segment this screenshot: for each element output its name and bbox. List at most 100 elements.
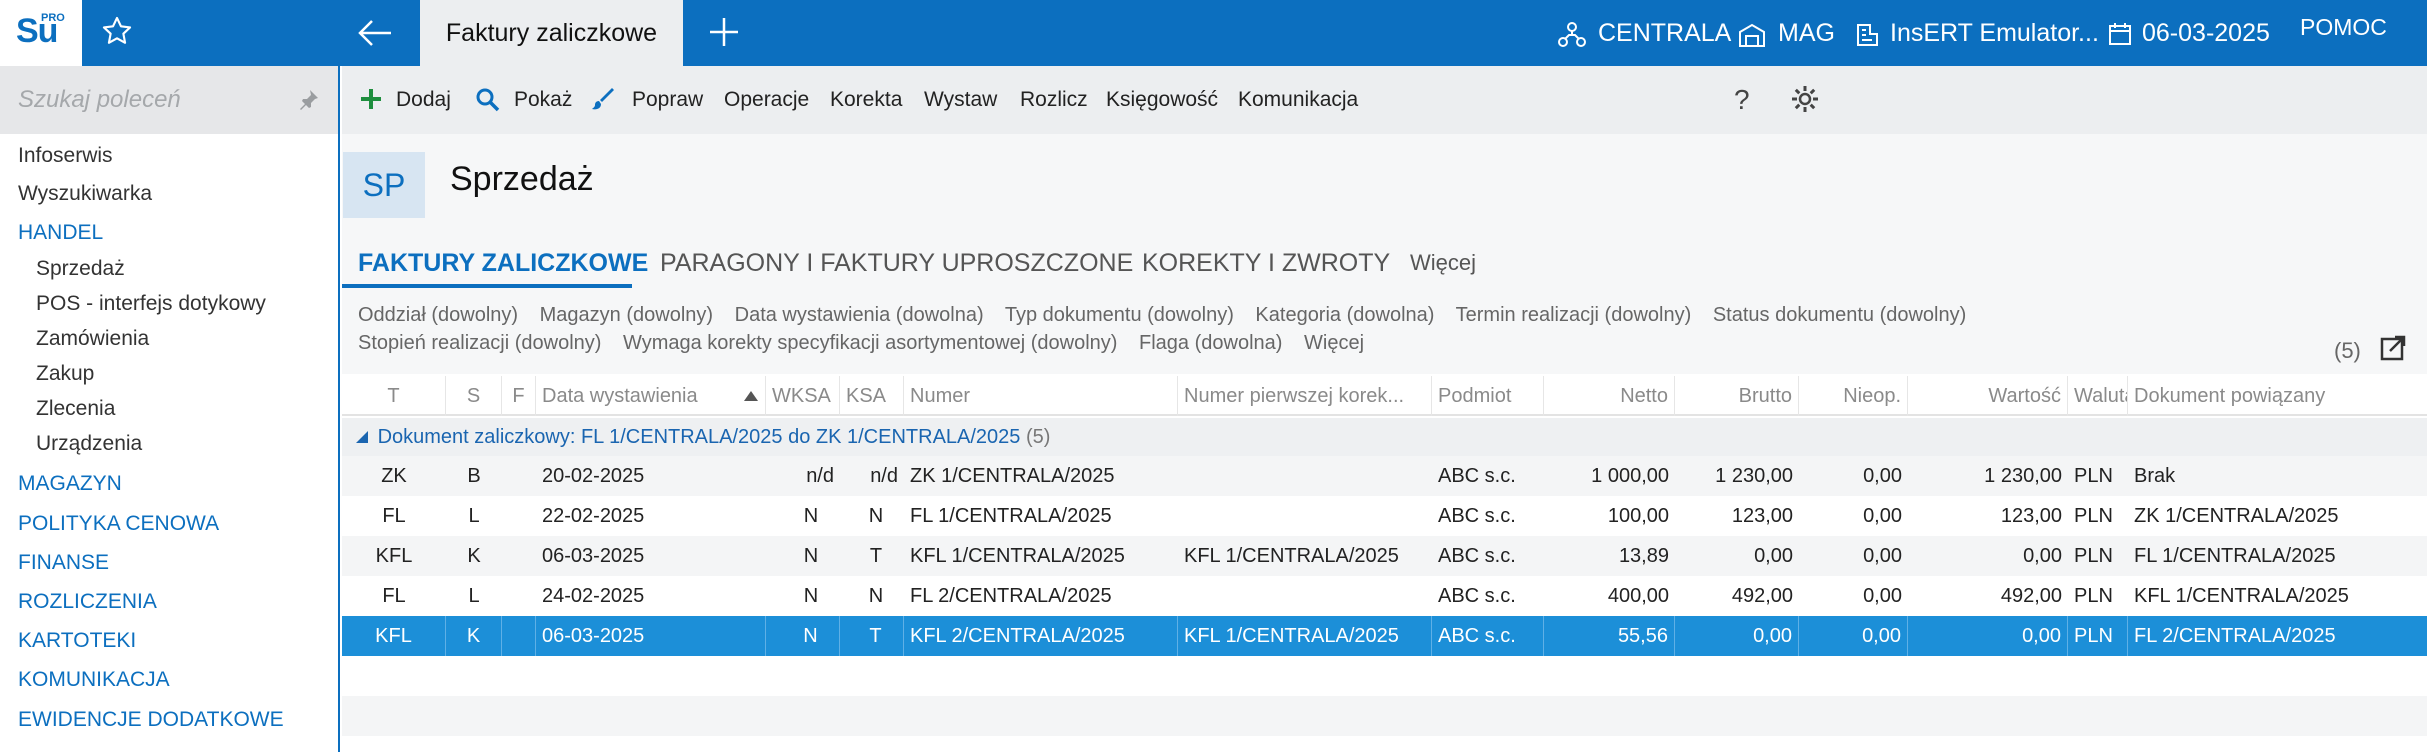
cell-value: 0,00 — [1908, 616, 2068, 656]
sidebar-group-rozliczenia[interactable]: ROZLICZENIA — [18, 590, 157, 614]
edit-button[interactable]: Popraw — [592, 66, 712, 134]
cell-status: K — [446, 616, 502, 656]
filter-doc-type[interactable]: Typ dokumentu (dowolny) — [1005, 304, 1234, 326]
cell-number: FL 1/CENTRALA/2025 — [910, 505, 1112, 527]
grid-header: T S F Data wystawienia WKSA KSA Numer Nu… — [342, 376, 2427, 416]
sidebar-item-infoserwis[interactable]: Infoserwis — [18, 144, 113, 168]
filter-flag[interactable]: Flaga (dowolna) — [1139, 332, 1282, 354]
col-header-gross[interactable]: Brutto — [1675, 376, 1799, 416]
help-question-icon[interactable]: ? — [1734, 84, 1750, 116]
app-logo[interactable]: Su PRO — [0, 0, 82, 66]
communication-menu[interactable]: Komunikacja — [1238, 66, 1358, 134]
warehouse-label: MAG — [1778, 19, 1835, 47]
table-row-selected[interactable]: KFL K 06-03-2025 N T KFL 2/CENTRALA/2025… — [342, 616, 2427, 656]
help-link[interactable]: POMOC — [2300, 0, 2400, 60]
filter-warehouse[interactable]: Magazyn (dowolny) — [540, 304, 713, 326]
col-header-net[interactable]: Netto — [1544, 376, 1675, 416]
correction-menu[interactable]: Korekta — [830, 66, 902, 134]
cell-status: L — [468, 585, 480, 607]
filter-completion[interactable]: Stopień realizacji (dowolny) — [358, 332, 601, 354]
operations-menu[interactable]: Operacje — [724, 66, 809, 134]
cell-flag — [502, 536, 536, 576]
tab-faktury-zaliczkowe[interactable]: Faktury zaliczkowe — [420, 0, 683, 66]
settle-menu[interactable]: Rozlicz — [1020, 66, 1088, 134]
pin-icon[interactable] — [298, 88, 320, 110]
sidebar-item-zlecenia[interactable]: Zlecenia — [36, 397, 115, 421]
col-header-first-correction[interactable]: Numer pierwszej korek... — [1178, 376, 1432, 416]
group-collapse-icon[interactable] — [356, 431, 368, 443]
add-button[interactable]: Dodaj — [360, 66, 460, 134]
filter-correction-required[interactable]: Wymaga korekty specyfikacji asortymentow… — [623, 332, 1117, 354]
sidebar-group-handel[interactable]: HANDEL — [18, 221, 103, 245]
col-header-currency[interactable]: Waluta — [2068, 376, 2128, 416]
table-row[interactable]: FL L 24-02-2025 N N FL 2/CENTRALA/2025 A… — [342, 576, 2427, 616]
col-header-number[interactable]: Numer — [904, 376, 1178, 416]
brush-icon — [592, 88, 614, 110]
col-header-date[interactable]: Data wystawienia — [536, 376, 766, 416]
cell-related: FL 2/CENTRALA/2025 — [2134, 625, 2336, 647]
issue-menu[interactable]: Wystaw — [924, 66, 997, 134]
accounting-menu[interactable]: Księgowość — [1106, 66, 1218, 134]
sidebar-item-urzadzenia[interactable]: Urządzenia — [36, 432, 142, 456]
filter-due-date[interactable]: Termin realizacji (dowolny) — [1456, 304, 1692, 326]
plus-icon — [361, 89, 381, 109]
filter-category[interactable]: Kategoria (dowolna) — [1255, 304, 1434, 326]
sidebar-group-komunikacja[interactable]: KOMUNIKACJA — [18, 668, 170, 692]
filter-row-2: Stopień realizacji (dowolny) Wymaga kore… — [358, 332, 1380, 355]
col-header-related[interactable]: Dokument powiązany — [2128, 376, 2427, 416]
cell-gross: 1 230,00 — [1715, 465, 1793, 487]
new-tab-plus-icon[interactable] — [706, 14, 746, 52]
warehouse-selector[interactable]: MAG — [1738, 0, 1848, 66]
date-selector[interactable]: 06-03-2025 — [2108, 0, 2278, 66]
sidebar-group-polityka-cenowa[interactable]: POLITYKA CENOWA — [18, 512, 219, 536]
table-row[interactable]: KFL K 06-03-2025 N T KFL 1/CENTRALA/2025… — [342, 536, 2427, 576]
col-header-t[interactable]: T — [342, 376, 446, 416]
table-row[interactable]: FL L 22-02-2025 N N FL 1/CENTRALA/2025 A… — [342, 496, 2427, 536]
tab-korekty[interactable]: KOREKTY I ZWROTY — [1142, 238, 1390, 288]
filter-branch[interactable]: Oddział (dowolny) — [358, 304, 518, 326]
favorites-star-icon[interactable] — [100, 14, 140, 52]
export-icon[interactable] — [2380, 335, 2406, 361]
back-arrow-icon[interactable] — [355, 14, 399, 52]
table-row[interactable]: ZK B 20-02-2025 n/d n/d ZK 1/CENTRALA/20… — [342, 456, 2427, 496]
command-search-input[interactable] — [18, 80, 288, 120]
cell-party: ABC s.c. — [1438, 545, 1516, 567]
sidebar-item-zakup[interactable]: Zakup — [36, 362, 94, 386]
group-row[interactable]: Dokument zaliczkowy: FL 1/CENTRALA/2025 … — [342, 418, 2427, 456]
user-selector[interactable]: InsERT Emulator... — [1854, 0, 2099, 66]
sidebar-item-wyszukiwarka[interactable]: Wyszukiwarka — [18, 182, 152, 206]
col-header-s[interactable]: S — [446, 376, 502, 416]
col-header-f[interactable]: F — [502, 376, 536, 416]
action-toolbar: Dodaj Pokaż Popraw Operacje Korekta Wyst… — [342, 66, 2427, 134]
sidebar-group-finanse[interactable]: FINANSE — [18, 551, 109, 575]
edit-button-label: Popraw — [632, 88, 704, 111]
col-header-party[interactable]: Podmiot — [1432, 376, 1544, 416]
filter-issue-date[interactable]: Data wystawienia (dowolna) — [735, 304, 984, 326]
sidebar-item-sprzedaz[interactable]: Sprzedaż — [36, 257, 125, 281]
cell-type: ZK — [381, 465, 407, 487]
gear-icon[interactable] — [1790, 84, 1820, 114]
col-header-wksa[interactable]: WKSA — [766, 376, 840, 416]
sidebar-group-magazyn[interactable]: MAGAZYN — [18, 472, 122, 496]
sidebar-item-pos[interactable]: POS - interfejs dotykowy — [36, 292, 266, 316]
cell-ksa: N — [868, 585, 884, 607]
col-header-unpaid[interactable]: Nieop. — [1799, 376, 1908, 416]
show-button[interactable]: Pokaż — [476, 66, 576, 134]
sidebar-group-ewidencje[interactable]: EWIDENCJE DODATKOWE — [18, 708, 284, 732]
sidebar-group-kartoteki[interactable]: KARTOTEKI — [18, 629, 136, 653]
tab-paragony[interactable]: PARAGONY I FAKTURY UPROSZCZONE — [660, 238, 1133, 288]
filter-more[interactable]: Więcej — [1304, 332, 1364, 354]
user-card-icon — [1857, 24, 1878, 46]
cell-gross: 123,00 — [1731, 505, 1793, 527]
col-header-value[interactable]: Wartość — [1908, 376, 2068, 416]
calendar-icon — [2109, 23, 2131, 45]
filter-status[interactable]: Status dokumentu (dowolny) — [1713, 304, 1966, 326]
sort-ascending-icon — [744, 391, 758, 401]
cell-date: 24-02-2025 — [542, 585, 645, 607]
tab-more[interactable]: Więcej — [1410, 238, 1476, 288]
tab-faktury-zaliczkowe-list[interactable]: FAKTURY ZALICZKOWE — [358, 238, 648, 288]
branch-selector[interactable]: CENTRALA — [1558, 0, 1731, 66]
col-header-ksa[interactable]: KSA — [840, 376, 904, 416]
sidebar-item-zamowienia[interactable]: Zamówienia — [36, 327, 149, 351]
empty-row — [342, 696, 2427, 736]
